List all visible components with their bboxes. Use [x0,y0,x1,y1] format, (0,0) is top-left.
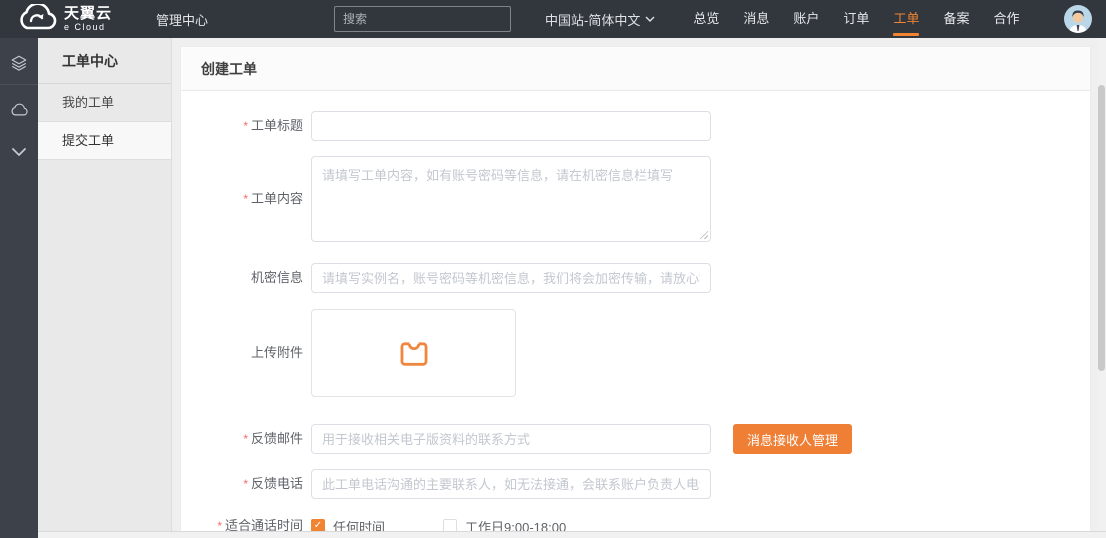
main-content: 创建工单 *工单标题 *工单内容 机密信息 [172,38,1097,531]
search-input[interactable] [335,12,506,26]
option-workday-hours[interactable]: 工作日9:00-18:00 [443,517,566,532]
vertical-scrollbar[interactable] [1097,38,1106,531]
brand-subname: e Cloud [64,23,112,32]
form-row-secret: 机密信息 [181,263,1090,293]
workorder-sidebar: 工单中心 我的工单 提交工单 [38,38,172,538]
upload-dropzone[interactable] [311,309,516,397]
top-header: 天翼云 e Cloud 管理中心 中国站-简体中文 总览 消息 账户 订单 工单… [0,0,1106,38]
checkbox-workday-unchecked[interactable] [443,519,457,531]
layers-icon [10,54,28,72]
console-center-link[interactable]: 管理中心 [156,10,208,29]
sidebar-item-my-workorders[interactable]: 我的工单 [38,84,171,122]
form-row-upload: 上传附件 [181,309,1090,397]
nav-filing[interactable]: 备案 [943,0,969,38]
top-nav: 总览 消息 账户 订单 工单 备案 合作 [681,0,1031,38]
rail-products-button[interactable] [0,46,38,80]
required-marker: * [243,119,248,133]
required-marker: * [243,477,248,491]
chevron-down-icon [645,16,655,22]
cloud-logo-icon [12,4,58,34]
page-title: 创建工单 [181,47,1090,91]
brand-logo[interactable]: 天翼云 e Cloud [12,4,112,34]
checkbox-any-time-checked[interactable]: ✓ [311,519,325,531]
nav-overview[interactable]: 总览 [693,0,719,38]
title-input[interactable] [311,111,711,141]
check-icon: ✓ [314,521,322,531]
title-label: *工单标题 [181,116,311,136]
upload-label: 上传附件 [181,343,311,363]
phone-input[interactable] [311,469,711,499]
locale-selector[interactable]: 中国站-简体中文 [545,10,655,29]
workorder-form: *工单标题 *工单内容 机密信息 [181,91,1090,531]
sidebar-title: 工单中心 [38,38,171,84]
required-marker: * [243,192,248,206]
locale-label: 中国站-简体中文 [545,10,640,29]
form-row-call-time: *适合通话时间 ✓ 任何时间 工作日9:00-18:00 [181,516,1090,531]
form-row-title: *工单标题 [181,111,1090,141]
form-row-email: *反馈邮件 消息接收人管理 [181,424,1090,454]
nav-orders[interactable]: 订单 [843,0,869,38]
horizontal-scrollbar[interactable] [38,531,1106,538]
rail-divider [0,84,38,85]
secret-label: 机密信息 [181,268,311,288]
required-marker: * [243,432,248,446]
manage-recipients-button[interactable]: 消息接收人管理 [733,424,852,454]
call-time-label: *适合通话时间 [181,516,311,531]
email-label: *反馈邮件 [181,429,311,449]
nav-messages[interactable]: 消息 [743,0,769,38]
form-row-phone: *反馈电话 [181,469,1090,499]
email-input[interactable] [311,424,711,454]
form-row-content: *工单内容 [181,156,1090,242]
create-workorder-card: 创建工单 *工单标题 *工单内容 机密信息 [180,46,1091,531]
rail-cloud-button[interactable] [0,93,38,127]
brand-name: 天翼云 [64,6,112,21]
header-search-box[interactable] [334,6,511,32]
rail-expand-button[interactable] [0,135,38,169]
icon-rail [0,38,38,538]
phone-label: *反馈电话 [181,474,311,494]
chevron-down-icon [12,148,26,156]
required-marker: * [217,519,222,531]
upload-inbox-icon [396,336,432,370]
vertical-scrollbar-thumb[interactable] [1098,85,1105,371]
option-any-time[interactable]: ✓ 任何时间 [311,517,385,532]
nav-cooperation[interactable]: 合作 [993,0,1019,38]
cloud-icon [10,103,28,117]
nav-workorder[interactable]: 工单 [893,0,919,38]
user-avatar[interactable] [1064,5,1092,33]
nav-account[interactable]: 账户 [793,0,819,38]
content-textarea[interactable] [311,156,711,242]
secret-input[interactable] [311,263,711,293]
sidebar-item-submit-workorder[interactable]: 提交工单 [38,122,171,160]
content-label: *工单内容 [181,189,311,209]
